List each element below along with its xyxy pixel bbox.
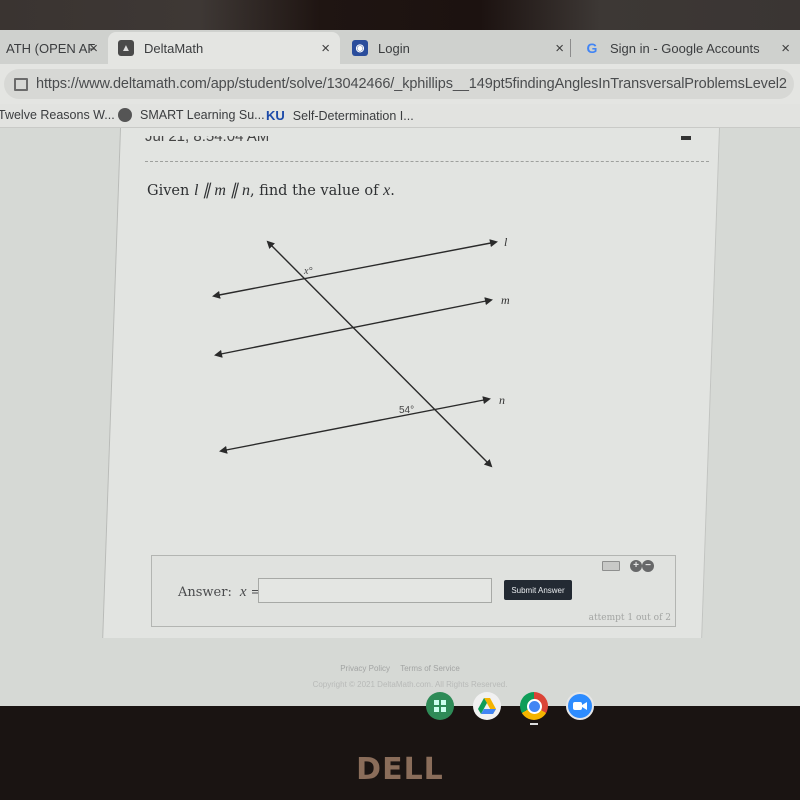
tab-title: Sign in - Google Accounts [610, 40, 760, 56]
close-tab-icon[interactable]: × [321, 40, 330, 57]
close-tab-icon[interactable]: × [555, 40, 564, 57]
submit-answer-button[interactable]: Submit Answer [504, 580, 572, 600]
attempt-counter: attempt 1 out of 2 [588, 613, 671, 623]
bookmark-label: Self-Determination I... [292, 108, 414, 123]
transversal-line [266, 240, 493, 468]
label-n: n [499, 393, 505, 407]
zoom-out-icon[interactable]: − [642, 560, 654, 572]
tab-separator [570, 39, 571, 57]
question-text: Given l ∥ m ∥ n, find the value of x. [147, 180, 395, 200]
line-l [212, 239, 498, 299]
problem-card: Jul 21, 8:54:04 AM Given l ∥ m ∥ n, find… [102, 128, 720, 638]
angle-x-label: x° [303, 266, 312, 277]
label-l: l [504, 235, 508, 249]
bookmark-smart-learning[interactable]: SMART Learning Su... [118, 108, 265, 122]
line-n [219, 396, 491, 454]
screen: ATH (OPEN AF × ▲ DeltaMath × ◉ Login × G… [0, 30, 800, 706]
answer-label: Answer: x = [178, 584, 262, 601]
zoom-in-icon[interactable]: + [630, 560, 642, 572]
ku-logo-icon: KU [266, 108, 285, 123]
monitor-bezel-top [0, 0, 800, 32]
active-app-indicator [530, 723, 538, 725]
close-tab-icon[interactable]: × [89, 40, 98, 57]
zoom-app-icon[interactable] [566, 692, 594, 720]
label-m: m [501, 293, 510, 307]
question-suffix: , find the value of [249, 183, 384, 199]
tab-title: ATH (OPEN AF [6, 40, 96, 56]
answer-variable: x [239, 584, 247, 600]
answer-box: + − Answer: x = Submit Answer attempt 1 o… [151, 555, 676, 627]
answer-input[interactable] [258, 578, 492, 603]
tab-title: Login [378, 40, 410, 56]
problem-timestamp: Jul 21, 8:54:04 AM [145, 128, 270, 145]
bookmark-label: Twelve Reasons W... [0, 108, 115, 122]
globe-icon [118, 108, 132, 122]
question-end: . [390, 183, 395, 199]
page-info-icon[interactable] [14, 77, 28, 91]
tab-bar: ATH (OPEN AF × ▲ DeltaMath × ◉ Login × G… [0, 30, 800, 64]
tab-google-signin[interactable]: G Sign in - Google Accounts × [574, 32, 800, 64]
tab-math[interactable]: ATH (OPEN AF × [0, 32, 108, 64]
url-text: https://www.deltamath.com/app/student/so… [36, 76, 787, 92]
page-content: Jul 21, 8:54:04 AM Given l ∥ m ∥ n, find… [0, 128, 800, 706]
close-tab-icon[interactable]: × [781, 40, 790, 57]
address-bar: https://www.deltamath.com/app/student/so… [0, 64, 800, 104]
bookmark-self-determination[interactable]: KU Self-Determination I... [266, 108, 414, 123]
dell-logo: DELL [356, 752, 444, 787]
chrome-browser-icon[interactable] [520, 692, 548, 720]
privacy-policy-link[interactable]: Privacy Policy [340, 664, 390, 673]
divider [145, 161, 709, 162]
google-drive-icon[interactable] [473, 692, 501, 720]
tab-deltamath[interactable]: ▲ DeltaMath × [108, 32, 340, 64]
keyboard-icon[interactable] [602, 561, 620, 571]
calculator-app-icon[interactable] [426, 692, 454, 720]
tab-login[interactable]: ◉ Login × [342, 32, 574, 64]
bookmark-label: SMART Learning Su... [140, 108, 265, 122]
question-prefix: Given [147, 183, 194, 199]
terms-of-service-link[interactable]: Terms of Service [400, 664, 460, 673]
login-logo-icon: ◉ [352, 40, 368, 56]
bookmark-twelve-reasons[interactable]: Twelve Reasons W... [0, 108, 115, 122]
footer-links: Privacy Policy Terms of Service [0, 664, 800, 673]
os-shelf [0, 688, 800, 728]
bookmarks-bar: Twelve Reasons W... SMART Learning Su...… [0, 104, 800, 128]
minimize-icon[interactable] [681, 136, 691, 140]
deltamath-logo-icon: ▲ [118, 40, 134, 56]
angle-54-label: 54° [399, 405, 414, 416]
transversal-diagram: l m n x° 54° [212, 235, 510, 468]
answer-label-text: Answer: [178, 585, 232, 600]
tab-title: DeltaMath [144, 40, 204, 56]
google-g-icon: G [586, 40, 598, 56]
url-input[interactable]: https://www.deltamath.com/app/student/so… [4, 69, 794, 99]
question-math: l ∥ m ∥ n [193, 182, 250, 199]
